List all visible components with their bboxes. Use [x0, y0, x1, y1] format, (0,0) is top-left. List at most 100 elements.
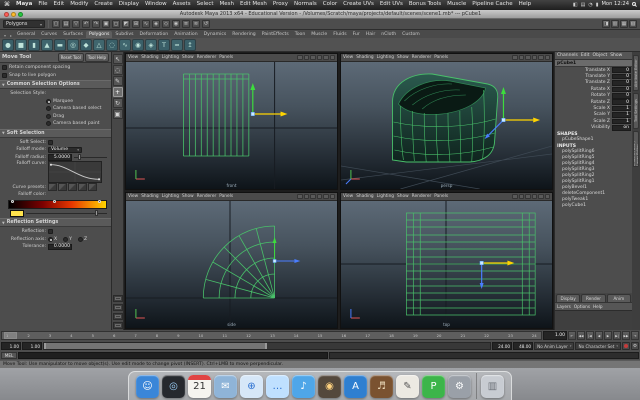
viewport-toolbar-button[interactable]: [531, 193, 537, 200]
viewport-toolbar-button[interactable]: [512, 193, 518, 200]
curve-preset-button[interactable]: [58, 183, 67, 191]
shelf-tab[interactable]: Deformation: [136, 31, 171, 38]
layout-preset-button[interactable]: [112, 322, 123, 329]
dock-icon[interactable]: …: [266, 375, 289, 398]
channel-box-node-name[interactable]: pCube1: [555, 60, 632, 67]
viewport-toolbar-button[interactable]: [303, 54, 309, 61]
radio-icon[interactable]: [46, 121, 51, 127]
shelf-tab[interactable]: Fluids: [330, 31, 349, 38]
shelf-tab[interactable]: Fur: [350, 31, 363, 38]
playback-button[interactable]: ▶▶: [622, 331, 630, 340]
reflection-axis-option[interactable]: Z: [77, 236, 87, 242]
dock-icon[interactable]: ◉: [318, 375, 341, 398]
status-button[interactable]: ▣: [102, 20, 110, 28]
channel-attribute-label[interactable]: Scale Y: [556, 112, 612, 117]
status-button[interactable]: ▢: [52, 20, 60, 28]
layer-editor-tab[interactable]: Render: [581, 294, 606, 302]
playback-button[interactable]: ◀◀: [577, 331, 585, 340]
sidebar-toggle-button[interactable]: ▧: [629, 20, 637, 28]
sidebar-vertical-tab[interactable]: Attribute Editor: [633, 55, 639, 91]
falloff-mode-dropdown[interactable]: Volume: [48, 146, 82, 153]
viewport-canvas-persp[interactable]: persp: [341, 62, 552, 189]
falloff-radius-field[interactable]: 5.0000: [48, 154, 72, 161]
radio-icon[interactable]: [46, 98, 51, 104]
dock-icon[interactable]: ☺: [136, 375, 159, 398]
close-window-button[interactable]: [4, 11, 9, 17]
viewport-toolbar-button[interactable]: [297, 193, 303, 200]
dock-icon[interactable]: ⚙: [448, 375, 471, 398]
menu-item[interactable]: Bonus Tools: [406, 2, 444, 8]
shelf-icon[interactable]: T: [158, 39, 170, 51]
spotlight-icon[interactable]: [632, 1, 636, 9]
menu-item[interactable]: Help: [516, 2, 535, 8]
command-line-language-toggle[interactable]: MEL: [1, 352, 17, 359]
menu-item[interactable]: Display: [116, 2, 142, 8]
section-reflection[interactable]: Reflection Settings: [0, 218, 111, 227]
viewport-menu-item[interactable]: Panels: [434, 55, 448, 60]
shelf-tab[interactable]: Surfaces: [60, 31, 86, 38]
falloff-radius-slider[interactable]: [74, 154, 107, 161]
channel-attribute-label[interactable]: Translate X: [556, 68, 612, 73]
menu-item[interactable]: Assets: [170, 2, 194, 8]
dock-icon[interactable]: 21: [188, 375, 211, 398]
channel-box-menu-item[interactable]: Object: [593, 53, 608, 58]
selected-color-slider[interactable]: [26, 210, 107, 217]
menu-set-dropdown[interactable]: Polygons: [3, 20, 45, 28]
channel-attribute-label[interactable]: Rotate X: [556, 87, 612, 92]
dock-icon[interactable]: ✎: [396, 375, 419, 398]
reflection-axis-option[interactable]: Y: [63, 236, 72, 242]
reflection-axis-option[interactable]: X: [48, 236, 57, 242]
shelf-tab[interactable]: Hair: [363, 31, 378, 38]
viewport-toolbar-button[interactable]: [544, 193, 550, 200]
status-button[interactable]: ◇: [162, 20, 170, 28]
channel-box-menu-item[interactable]: Channels: [557, 53, 578, 58]
radio-icon[interactable]: [63, 236, 69, 242]
viewport-menu-item[interactable]: Show: [182, 55, 194, 60]
ramp-marker[interactable]: [10, 199, 14, 203]
viewport-menu-item[interactable]: Show: [182, 194, 194, 199]
viewport-toolbar-button[interactable]: [323, 54, 329, 61]
retain-spacing-checkbox[interactable]: [2, 65, 7, 71]
shelf-icon[interactable]: ▬: [54, 39, 66, 51]
command-line-input[interactable]: [18, 352, 328, 359]
animation-end-field[interactable]: 48.00: [513, 342, 534, 350]
move-manipulator[interactable]: [272, 237, 301, 263]
menu-item[interactable]: Edit UVs: [377, 2, 406, 8]
channel-attribute-value[interactable]: on: [612, 124, 631, 131]
curve-preset-button[interactable]: [48, 183, 57, 191]
channel-attribute-label[interactable]: Translate Y: [556, 74, 612, 79]
toolbox-tool[interactable]: +: [112, 87, 123, 97]
shelf-icon[interactable]: △: [93, 39, 105, 51]
menu-item[interactable]: Muscle: [444, 2, 469, 8]
channel-attribute-value[interactable]: 0: [612, 86, 631, 93]
channel-attribute-value[interactable]: 0: [612, 80, 631, 86]
sidebar-toggle-button[interactable]: ◨: [602, 20, 610, 28]
viewport-menu-item[interactable]: Panels: [434, 194, 448, 199]
auto-keyframe-button[interactable]: [622, 342, 630, 350]
shelf-tab[interactable]: Custom: [399, 31, 423, 38]
viewport-canvas-front[interactable]: front: [126, 62, 337, 189]
dock-icon[interactable]: P: [422, 375, 445, 398]
section-common-selection[interactable]: Common Selection Options: [0, 80, 111, 89]
shelf-tab[interactable]: Polygons: [85, 31, 113, 38]
toolbox-tool[interactable]: ◌: [112, 65, 123, 75]
tool-help-button[interactable]: Tool Help: [84, 52, 109, 62]
selection-style-option[interactable]: Marquee: [0, 98, 111, 106]
dock-icon[interactable]: ◎: [162, 375, 185, 398]
radio-icon[interactable]: [46, 113, 51, 119]
ramp-marker[interactable]: [98, 199, 102, 203]
radio-icon[interactable]: [46, 106, 51, 112]
channel-attribute-value[interactable]: 0: [612, 67, 631, 73]
layer-list[interactable]: [555, 310, 632, 330]
viewport-menu-item[interactable]: View: [343, 194, 353, 199]
shelf-tab[interactable]: PaintEffects: [259, 31, 292, 38]
playback-button[interactable]: ▶: [604, 331, 612, 340]
range-slider[interactable]: [43, 342, 492, 350]
shelf-icon[interactable]: ◉: [132, 39, 144, 51]
channel-attribute-label[interactable]: Visibility: [556, 125, 612, 130]
current-frame-marker[interactable]: [4, 332, 17, 339]
menu-extra-icon[interactable]: ◔: [588, 2, 592, 8]
status-button[interactable]: ↺: [202, 20, 210, 28]
viewport-toolbar-button[interactable]: [518, 54, 524, 61]
dock-icon[interactable]: ▥: [476, 373, 504, 399]
